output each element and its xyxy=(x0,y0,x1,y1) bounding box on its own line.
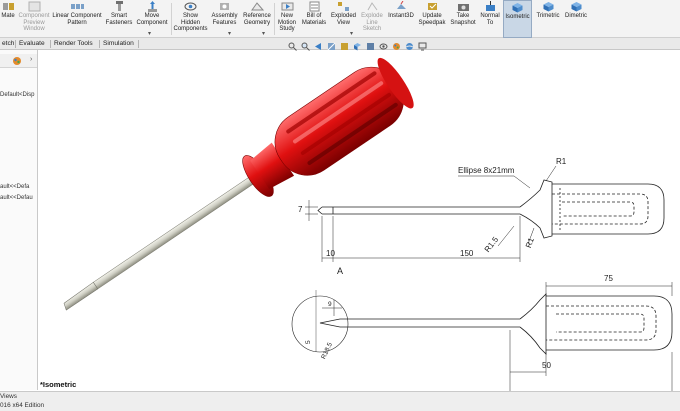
screwdriver-3d-model[interactable] xyxy=(46,52,420,333)
status-bar: Views 016 x64 Edition xyxy=(0,391,680,411)
detail-letter: A xyxy=(337,266,343,276)
views-tab[interactable]: Views xyxy=(0,393,17,400)
dimension-75: 75 xyxy=(604,274,613,283)
dimension-10: 10 xyxy=(326,249,335,258)
current-view-label: *Isometric xyxy=(40,380,77,389)
radius-r1-5: R1.5 xyxy=(483,235,501,254)
dimension-150: 150 xyxy=(460,249,474,258)
dimension-7: 7 xyxy=(298,205,303,214)
edition-label: 016 x64 Edition xyxy=(0,402,45,409)
radius-r1-top: R1 xyxy=(556,157,567,166)
side-view xyxy=(291,282,673,404)
dimension-50: 50 xyxy=(542,361,551,370)
dimension-9: 9 xyxy=(328,301,332,308)
radius-r18-5: R18.5 xyxy=(320,341,334,360)
radius-r1-bottom: R1 xyxy=(524,236,536,249)
drawing-annotations: Ellipse 8x21mm R1 7 10 150 R1.5 R1 A 9 5… xyxy=(298,157,613,399)
graphics-area[interactable]: Ellipse 8x21mm R1 7 10 150 R1.5 R1 A 9 5… xyxy=(0,0,680,411)
technical-drawing[interactable] xyxy=(291,165,673,404)
dimension-5: 5 xyxy=(305,340,312,344)
ellipse-label: Ellipse 8x21mm xyxy=(458,166,515,175)
